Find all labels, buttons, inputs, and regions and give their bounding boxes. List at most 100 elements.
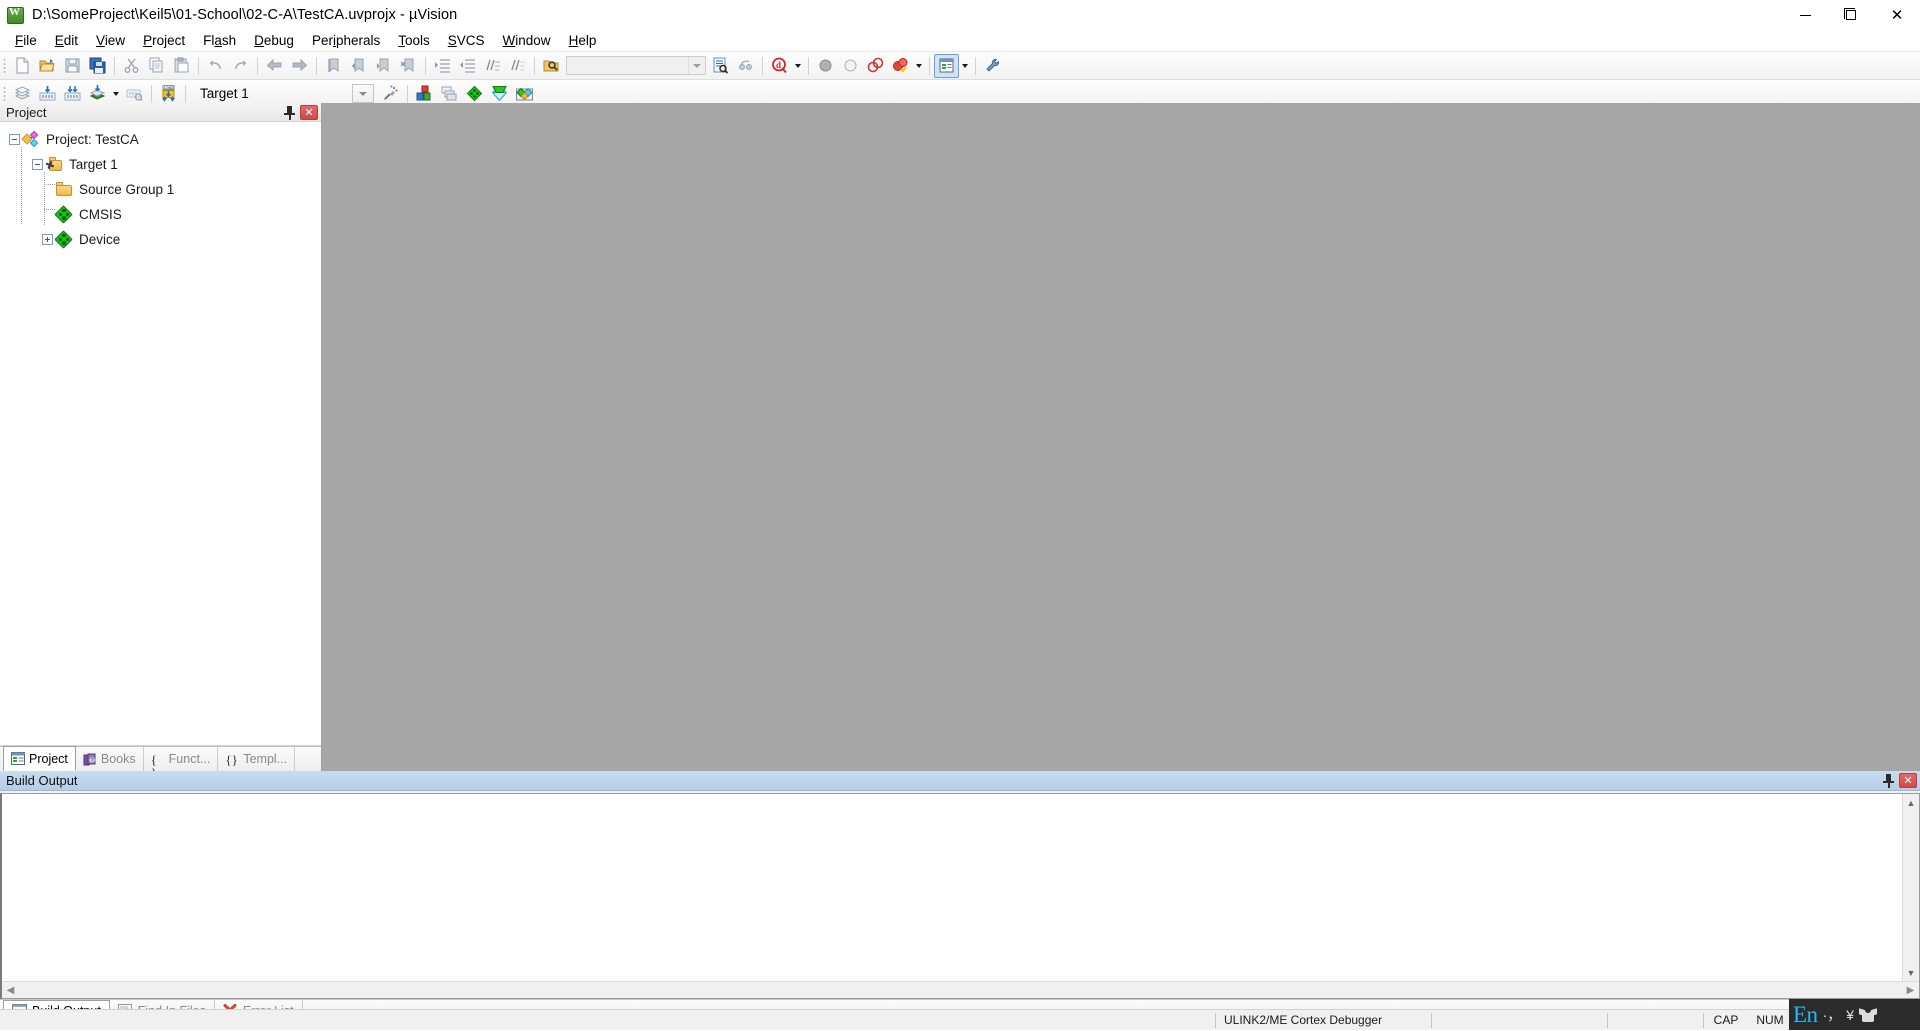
stop-build-button[interactable] xyxy=(122,82,147,106)
copy-button[interactable] xyxy=(144,54,169,78)
tree-item-target[interactable]: Target 1 xyxy=(0,152,321,177)
new-file-button[interactable] xyxy=(10,54,35,78)
close-button[interactable]: ✕ xyxy=(1874,0,1920,30)
redo-button[interactable] xyxy=(228,54,253,78)
scroll-up-arrow-icon[interactable]: ▲ xyxy=(1903,794,1919,811)
search-input[interactable] xyxy=(570,58,688,73)
rebuild-button[interactable] xyxy=(60,82,85,106)
undo-button[interactable] xyxy=(203,54,228,78)
tree-expander-minus[interactable] xyxy=(32,159,43,170)
project-close-button[interactable]: ✕ xyxy=(300,105,318,120)
tree-item-device[interactable]: Device xyxy=(0,227,321,252)
tree-item-project[interactable]: Project: TestCA xyxy=(0,127,321,152)
menu-svcs[interactable]: SVCS xyxy=(439,31,494,50)
ime-language-indicator[interactable]: En xyxy=(1793,1003,1818,1026)
target-options-button[interactable] xyxy=(378,82,403,106)
find-in-files-button[interactable] xyxy=(539,54,564,78)
paste-button[interactable] xyxy=(169,54,194,78)
menu-window[interactable]: Window xyxy=(494,31,560,50)
build-output-text[interactable] xyxy=(2,794,1902,981)
uncomment-button[interactable] xyxy=(505,54,530,78)
debug-session-dropdown-arrow[interactable] xyxy=(792,54,804,78)
tab-templates[interactable]: {}▸ Templ... xyxy=(218,747,296,783)
build-output-close-button[interactable]: ✕ xyxy=(1899,773,1917,788)
bookmark-next-button[interactable] xyxy=(371,54,396,78)
build-button[interactable] xyxy=(35,82,60,106)
search-combo[interactable] xyxy=(566,56,706,75)
scroll-left-arrow-icon[interactable]: ◀ xyxy=(2,985,19,996)
manage-components-button[interactable] xyxy=(437,82,462,106)
minimize-button[interactable] xyxy=(1782,0,1828,30)
configure-toolbox-icon xyxy=(939,58,954,73)
menu-file[interactable]: File xyxy=(6,31,46,50)
translate-button[interactable] xyxy=(10,82,35,106)
menu-view[interactable]: View xyxy=(87,31,134,50)
find-next-button[interactable] xyxy=(708,54,733,78)
comment-button[interactable] xyxy=(480,54,505,78)
batch-build-dropdown-arrow[interactable] xyxy=(110,82,122,106)
build-output-horizontal-scrollbar[interactable]: ◀ ▶ xyxy=(2,981,1919,998)
ime-skin-icon[interactable] xyxy=(1859,1007,1878,1022)
maximize-button[interactable] xyxy=(1828,0,1874,30)
download-button[interactable]: LOAD xyxy=(156,82,181,106)
incremental-find-icon xyxy=(739,60,752,70)
open-file-icon xyxy=(39,59,55,72)
scroll-down-arrow-icon[interactable]: ▼ xyxy=(1903,964,1919,981)
navigate-back-button[interactable] xyxy=(262,54,287,78)
bookmark-toggle-button[interactable] xyxy=(321,54,346,78)
incremental-find-button[interactable] xyxy=(733,54,758,78)
tree-expander-minus[interactable] xyxy=(9,134,20,145)
tab-functions[interactable]: { } Funct... xyxy=(144,747,219,779)
disable-all-breakpoints-button[interactable] xyxy=(863,54,888,78)
tree-expander-plus[interactable] xyxy=(42,234,53,245)
tab-project[interactable]: Project xyxy=(3,746,76,771)
configure-toolbox-button[interactable] xyxy=(934,53,959,78)
disable-breakpoint-button[interactable] xyxy=(838,54,863,78)
toolbar-grip[interactable] xyxy=(3,57,6,74)
bookmark-prev-button[interactable] xyxy=(346,54,371,78)
project-pin-button[interactable] xyxy=(283,105,296,120)
pack-installer-button[interactable] xyxy=(487,82,512,106)
tree-item-cmsis[interactable]: CMSIS xyxy=(0,202,321,227)
save-all-button[interactable] xyxy=(85,54,110,78)
disable-all-breakpoints-icon xyxy=(867,57,884,73)
target-dropdown-arrow[interactable] xyxy=(352,84,374,103)
menu-help[interactable]: Help xyxy=(560,31,606,50)
manage-runtime-env-button[interactable] xyxy=(462,82,487,106)
configure-toolbox-dropdown-arrow[interactable] xyxy=(959,54,971,78)
navigate-forward-button[interactable] xyxy=(287,54,312,78)
main-body: Project ✕ Project: TestCA Target 1 Sourc… xyxy=(0,103,1920,783)
menu-project[interactable]: Project xyxy=(134,31,194,50)
ime-language-bar[interactable]: En ·， ¥ xyxy=(1789,999,1920,1030)
outdent-button[interactable] xyxy=(455,54,480,78)
cut-button[interactable] xyxy=(119,54,144,78)
save-button[interactable] xyxy=(60,54,85,78)
batch-build-button[interactable] xyxy=(85,82,110,106)
editor-workspace[interactable] xyxy=(322,103,1920,771)
multi-project-button[interactable] xyxy=(512,82,537,106)
menu-peripherals[interactable]: Peripherals xyxy=(303,31,389,50)
open-file-button[interactable] xyxy=(35,54,60,78)
kill-all-breakpoints-button[interactable] xyxy=(888,54,913,78)
scroll-right-arrow-icon[interactable]: ▶ xyxy=(1902,985,1919,996)
debug-session-button[interactable]: d xyxy=(767,54,792,78)
build-output-vertical-scrollbar[interactable]: ▲ ▼ xyxy=(1902,794,1919,981)
tab-books[interactable]: ? Books xyxy=(76,747,144,771)
ime-currency-toggle[interactable]: ¥ xyxy=(1846,1008,1854,1022)
manage-project-items-button[interactable] xyxy=(412,82,437,106)
tree-item-source-group[interactable]: Source Group 1 xyxy=(0,177,321,202)
search-dropdown-arrow[interactable] xyxy=(688,57,705,74)
menu-debug[interactable]: Debug xyxy=(245,31,303,50)
menu-flash[interactable]: Flash xyxy=(194,31,245,50)
target-selector-value[interactable]: Target 1 xyxy=(200,86,350,101)
menu-tools[interactable]: Tools xyxy=(389,31,439,50)
ime-punctuation-toggle[interactable]: ·， xyxy=(1823,1008,1842,1022)
utilities-button[interactable] xyxy=(980,54,1005,78)
build-output-pin-button[interactable] xyxy=(1882,773,1895,788)
menu-edit[interactable]: Edit xyxy=(46,31,87,50)
insert-breakpoint-button[interactable] xyxy=(813,54,838,78)
bookmark-clear-button[interactable] xyxy=(396,54,421,78)
toolbar-grip[interactable] xyxy=(3,85,6,102)
indent-button[interactable] xyxy=(430,54,455,78)
breakpoints-dropdown-arrow[interactable] xyxy=(913,54,925,78)
